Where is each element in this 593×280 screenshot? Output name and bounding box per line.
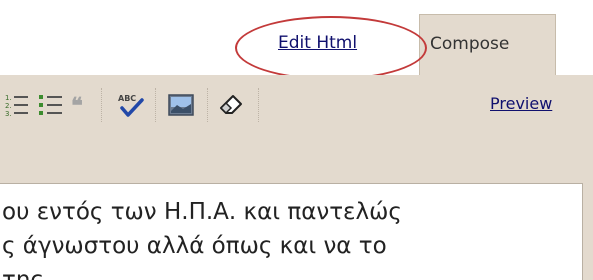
- insert-image-icon[interactable]: [167, 92, 195, 118]
- spellcheck-text: ABC: [118, 94, 136, 103]
- editor-line: ου εντός των Η.Π.Α. και παντελώς: [2, 199, 402, 225]
- bulleted-list-icon[interactable]: [38, 92, 64, 118]
- editor-line: της: [2, 267, 44, 280]
- blockquote-icon[interactable]: ❝: [70, 92, 94, 118]
- editor-right-margin: [583, 183, 593, 280]
- remove-formatting-icon[interactable]: [218, 92, 246, 118]
- svg-text:❝: ❝: [71, 93, 83, 117]
- preview-link[interactable]: Preview: [490, 94, 552, 113]
- tab-edit-html-label[interactable]: Edit Html: [278, 33, 357, 53]
- toolbar-separator: [155, 88, 156, 122]
- toolbar-separator: [207, 88, 208, 122]
- editor-textarea[interactable]: ου εντός των Η.Π.Α. και παντελώς ς άγνωσ…: [0, 183, 583, 280]
- editor-line: ς άγνωστου αλλά όπως και να το: [2, 233, 387, 259]
- spellcheck-icon[interactable]: ABC: [116, 92, 146, 118]
- tab-compose-label[interactable]: Compose: [430, 34, 509, 54]
- svg-text:2.: 2.: [5, 102, 12, 110]
- svg-text:3.: 3.: [5, 110, 12, 117]
- svg-text:1.: 1.: [5, 94, 12, 102]
- toolbar-separator: [101, 88, 102, 122]
- numbered-list-icon[interactable]: 1. 2. 3.: [4, 92, 30, 118]
- toolbar-separator: [258, 88, 259, 122]
